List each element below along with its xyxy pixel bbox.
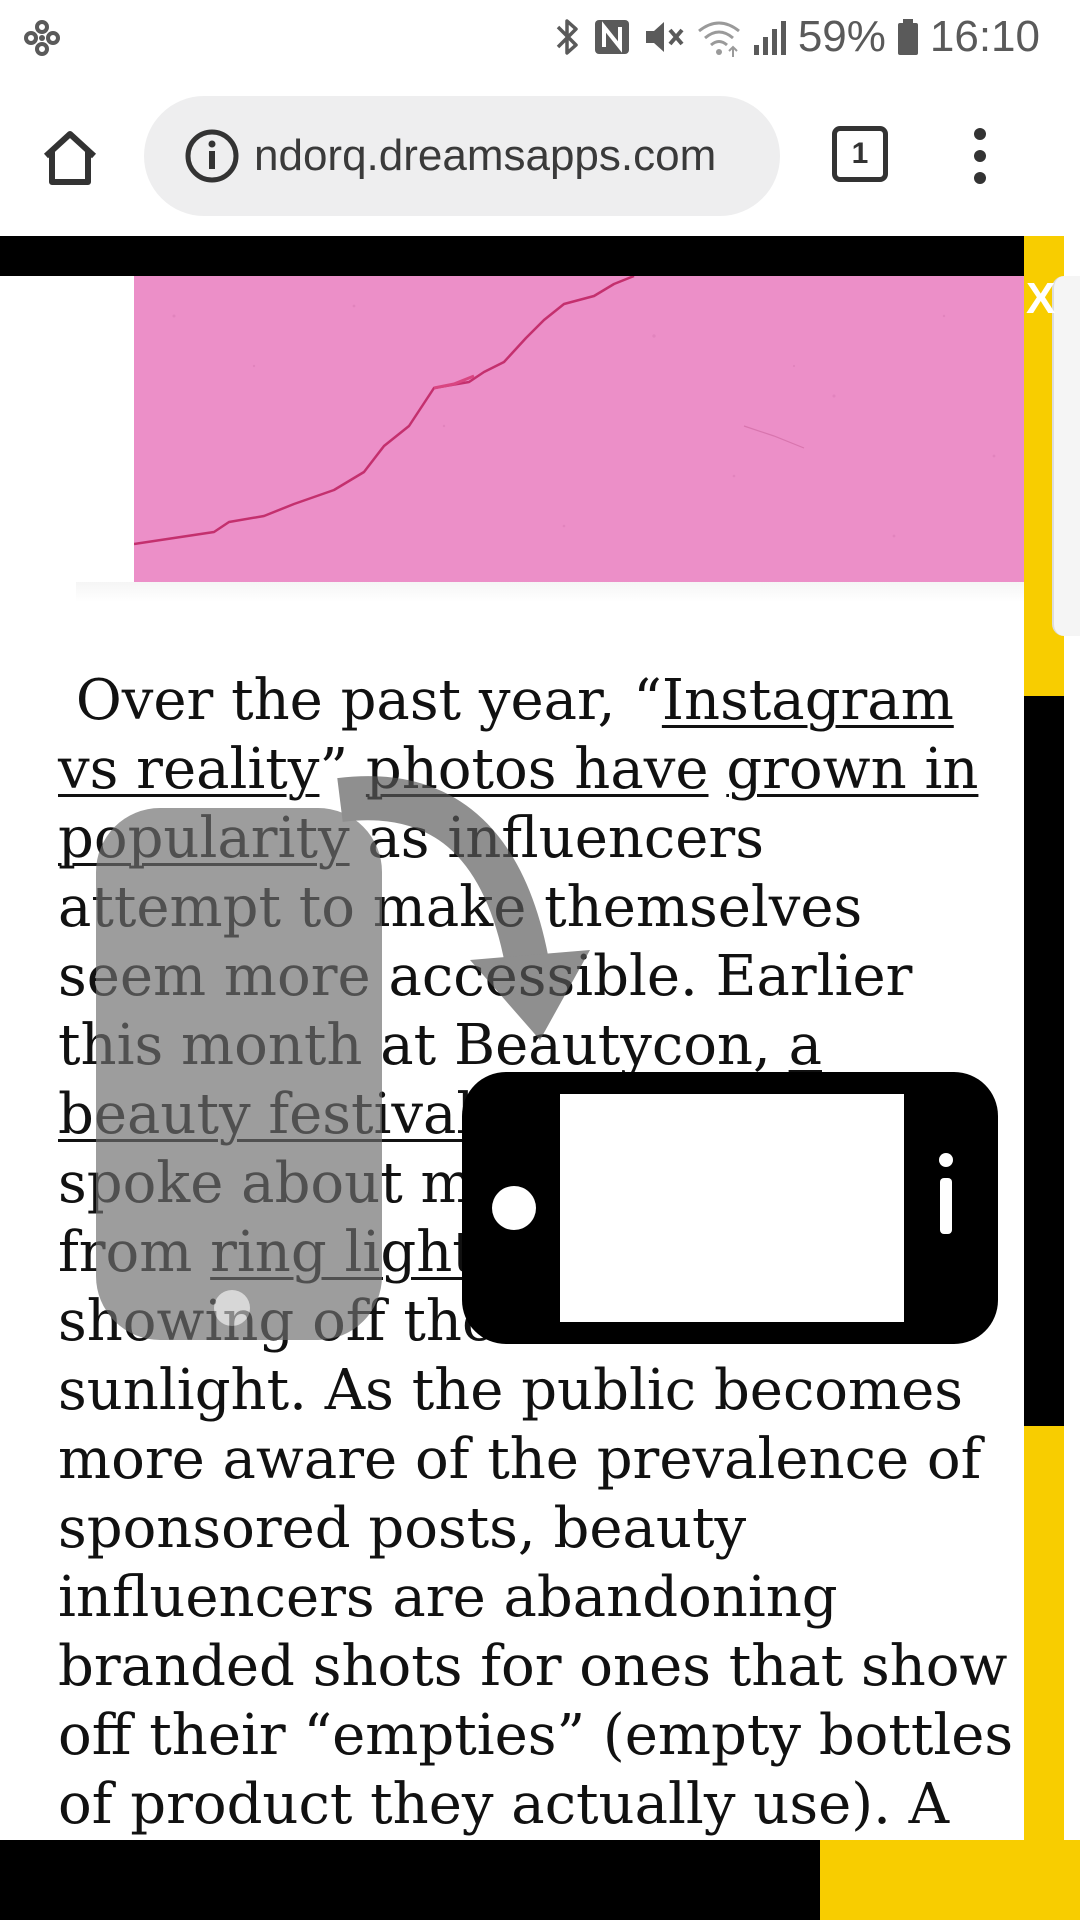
article-line: off their “empties” (empty bottles — [58, 1703, 1014, 1768]
battery-percent: 59% — [797, 12, 886, 61]
url-text[interactable]: ndorq.dreamsapps.com — [254, 96, 770, 216]
link-a-beauty-festival[interactable]: a — [789, 1013, 822, 1078]
article-line: of product they actually use). A — [58, 1772, 950, 1837]
hero-image — [134, 276, 1024, 582]
article-line: popularity as influencers — [58, 806, 764, 871]
status-icons: 59% 16:10 — [554, 10, 1040, 64]
pinwheel-icon — [24, 20, 60, 56]
bottom-ad-band[interactable] — [0, 1840, 820, 1920]
wifi-icon — [697, 21, 740, 57]
article-line: branded shots for ones that show — [58, 1634, 1008, 1699]
article-line: vs reality” photos have grown in — [58, 737, 979, 802]
link-instagram-vs-reality[interactable]: Instagram — [662, 668, 954, 733]
article-line: this month at Beautycon, a — [58, 1013, 822, 1078]
article-line: beauty festival, Instagram stars — [58, 1082, 960, 1147]
link-photos-have[interactable]: photos have — [366, 737, 709, 802]
nfc-icon — [594, 20, 629, 54]
home-button[interactable] — [34, 122, 106, 194]
article-line: seem more accessible. Earlier — [58, 944, 913, 1009]
browser-toolbar: ndorq.dreamsapps.com 1 — [0, 72, 1080, 236]
article-line: attempt to make themselves — [58, 875, 863, 940]
article-line: more aware of the prevalence of — [58, 1427, 982, 1492]
bottom-ad-yellow[interactable] — [820, 1840, 1080, 1920]
url-bar[interactable]: ndorq.dreamsapps.com — [144, 96, 780, 216]
link-popularity[interactable]: popularity — [58, 806, 350, 871]
ad-close-button[interactable]: X — [1026, 274, 1055, 324]
signal-icon — [753, 21, 786, 55]
web-page: X Over the past year, “Instagram vs real… — [0, 236, 1080, 1920]
side-ad-panel-edge[interactable] — [1052, 276, 1080, 636]
link-ring-lights[interactable]: ring lights — [210, 1220, 503, 1285]
article-line: showing off their faces in — [58, 1289, 777, 1354]
top-ad-band — [0, 236, 1024, 276]
home-icon — [43, 131, 97, 185]
hero-image-shadow — [76, 582, 1024, 602]
mute-icon — [645, 22, 684, 52]
link-beauty-festival[interactable]: beauty festival — [58, 1082, 474, 1147]
article-line: spoke about moving away — [58, 1151, 793, 1216]
crack-texture — [134, 276, 1024, 582]
article-line: sponsored posts, beauty — [58, 1496, 747, 1561]
clock: 16:10 — [929, 12, 1040, 61]
info-icon[interactable] — [182, 126, 242, 186]
side-ad-black[interactable] — [1024, 696, 1064, 1426]
more-vert-icon[interactable] — [960, 124, 1000, 188]
article-line: sunlight. As the public becomes — [58, 1358, 963, 1423]
link-grown-in[interactable]: grown in — [726, 737, 978, 802]
battery-icon — [897, 19, 918, 55]
article-line: influencers are abandoning — [58, 1565, 838, 1630]
tab-count: 1 — [851, 137, 869, 170]
status-bar: 59% 16:10 — [0, 0, 1080, 72]
bluetooth-icon — [556, 19, 578, 55]
article-body: Over the past year, “Instagram vs realit… — [58, 666, 1014, 1839]
tab-switcher-button[interactable]: 1 — [832, 126, 888, 182]
link-instagram-vs-reality-2[interactable]: vs reality — [58, 737, 319, 802]
article-line: Over the past year, “Instagram — [75, 668, 954, 733]
article-line: from ring lights and toward — [58, 1220, 845, 1285]
